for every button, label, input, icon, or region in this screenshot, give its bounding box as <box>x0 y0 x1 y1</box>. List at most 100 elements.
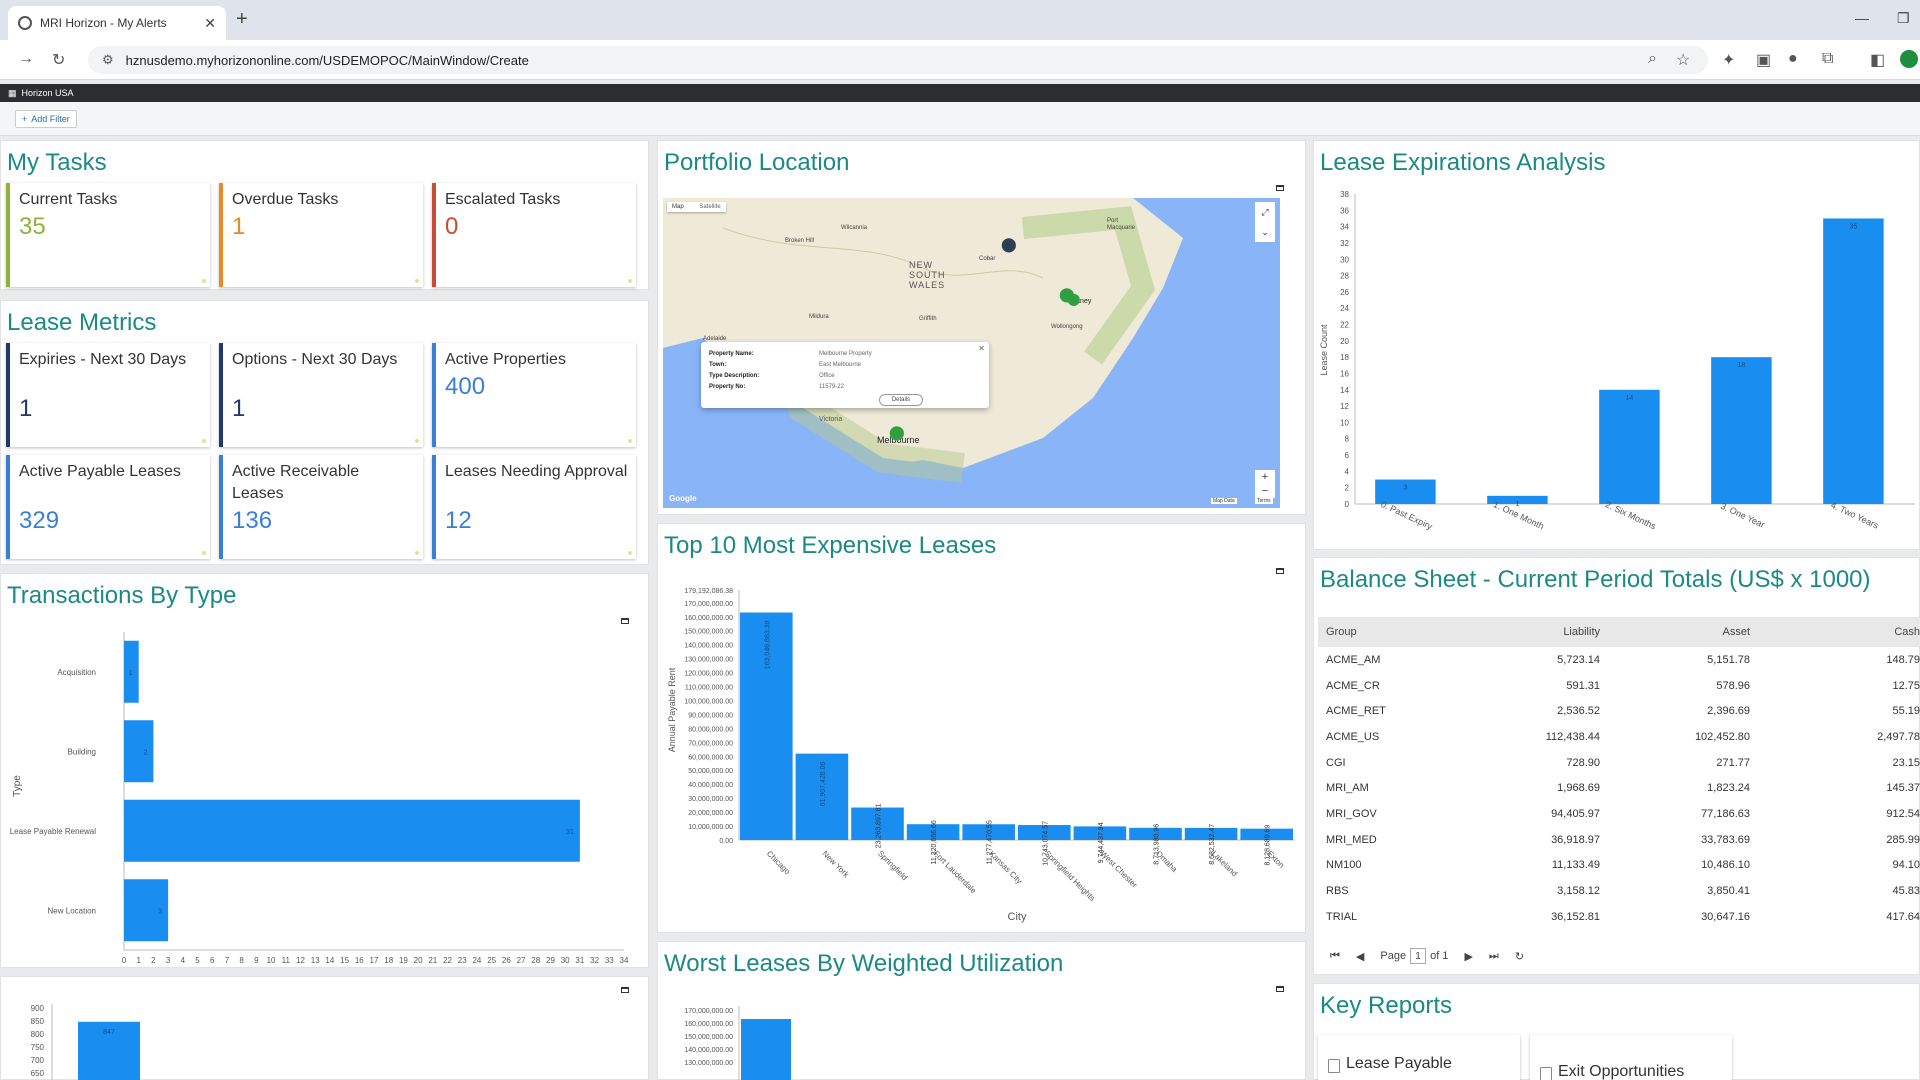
metric-tile[interactable]: Overdue Tasks 1 <box>219 183 423 287</box>
browser-tab[interactable]: MRI Horizon - My Alerts ✕ <box>8 6 226 40</box>
table-row[interactable]: ACME_US 112,438.44 102,452.80 2,497.78 <box>1318 724 1920 750</box>
map-data-link[interactable]: Map Data <box>1211 498 1237 504</box>
resize-handle-icon[interactable] <box>628 439 632 443</box>
resize-handle-icon[interactable] <box>628 551 632 555</box>
table-cell: MRI_GOV <box>1326 807 1377 820</box>
resize-handle-icon[interactable] <box>415 551 419 555</box>
y-tick-label: 18 <box>1340 353 1349 362</box>
prev-page-icon[interactable]: ◀ <box>1356 950 1364 963</box>
plus-icon: + <box>22 114 28 124</box>
y-tick-label: 650 <box>31 1069 45 1078</box>
worst-leases-chart: 170,000,000.00 160,000,000.00 150,000,000.… <box>684 1006 791 1080</box>
close-icon[interactable]: ✕ <box>204 15 216 32</box>
report-card[interactable]: Lease Payable <box>1318 1035 1520 1080</box>
y-tick-label: 160,000,000.00 <box>684 1021 733 1028</box>
resize-handle-icon[interactable] <box>415 439 419 443</box>
map-marker-icon[interactable]: ⬤ <box>1067 292 1080 306</box>
table-row[interactable]: RBS 3,158.12 3,850.41 45.83 <box>1318 878 1920 904</box>
report-card[interactable]: Exit Opportunities <box>1530 1035 1732 1080</box>
table-cell: 55.19 <box>1892 705 1920 718</box>
map-type-satellite[interactable]: Satellite <box>699 204 720 210</box>
metric-tile[interactable]: Active Receivable Leases 136 <box>219 455 423 559</box>
map-marker-icon[interactable]: ⬤ <box>889 424 905 441</box>
next-page-icon[interactable]: ▶ <box>1464 950 1472 963</box>
address-bar-row: → ↻ ⚙ hznusdemo.myhorizononline.com/USDE… <box>0 40 1920 80</box>
page-number-input[interactable]: 1 <box>1410 948 1427 964</box>
metric-tile[interactable]: Expiries - Next 30 Days 1 <box>6 343 210 447</box>
reload-icon[interactable]: ↻ <box>52 50 65 70</box>
minimize-panel-icon[interactable] <box>1276 986 1284 992</box>
metric-tile[interactable]: Escalated Tasks 0 <box>432 183 636 287</box>
x-tick-label: 9 <box>254 956 259 965</box>
last-page-icon[interactable]: ⏭ <box>1489 950 1499 963</box>
column-header[interactable]: Group <box>1318 617 1430 647</box>
map-marker-icon[interactable]: ⬤ <box>1001 236 1017 253</box>
portfolio-map[interactable]: Map Satellite NEW SOUTH WALES Melbourne … <box>663 198 1280 508</box>
column-header[interactable]: Cash <box>1750 617 1920 647</box>
map-type-toggle[interactable]: Map Satellite <box>667 202 726 212</box>
table-row[interactable]: MRI_MED 36,918.97 33,783.69 285.99 <box>1318 827 1920 853</box>
table-row[interactable]: MRI_GOV 94,405.97 77,186.63 912.54 <box>1318 801 1920 827</box>
close-icon[interactable]: ✕ <box>978 344 985 353</box>
map-fullscreen-controls[interactable]: ⤢ ⌄ <box>1255 202 1275 242</box>
resize-handle-icon[interactable] <box>628 279 632 283</box>
details-button[interactable]: Details <box>879 394 923 406</box>
table-row[interactable]: ACME_AM 5,723.14 5,151.78 148.79 <box>1318 647 1920 673</box>
extension-icon[interactable]: ✦ <box>1722 50 1735 70</box>
refresh-icon[interactable]: ↻ <box>1515 950 1524 963</box>
extension-icon-3[interactable]: ● <box>1788 50 1798 68</box>
metric-tile[interactable]: Current Tasks 35 <box>6 183 210 287</box>
x-tick-label: 26 <box>502 956 511 965</box>
restore-icon[interactable]: ❐ <box>1897 10 1910 27</box>
resize-handle-icon[interactable] <box>202 551 206 555</box>
table-row[interactable]: CGI 728.90 271.77 23.15 <box>1318 750 1920 776</box>
column-header[interactable]: Liability <box>1430 617 1600 647</box>
table-row[interactable]: ACME_RET 2,536.52 2,396.69 55.19 <box>1318 698 1920 724</box>
zoom-icon[interactable]: ⌕ <box>1648 50 1657 68</box>
new-tab-icon[interactable]: + <box>236 8 248 31</box>
metric-tile[interactable]: Active Payable Leases 329 <box>6 455 210 559</box>
globe-icon <box>18 16 32 30</box>
resize-handle-icon[interactable] <box>202 439 206 443</box>
add-filter-button[interactable]: + Add Filter <box>15 110 77 128</box>
document-icon <box>1328 1059 1340 1073</box>
back-icon[interactable]: → <box>18 50 34 68</box>
table-row[interactable]: TRIAL 36,152.81 30,647.16 417.64 <box>1318 904 1920 930</box>
y-tick-label: 10,000,000.00 <box>688 824 733 831</box>
y-tick-label: 900 <box>31 1004 45 1013</box>
sidepanel-icon[interactable]: ◧ <box>1870 50 1885 70</box>
metric-tile[interactable]: Options - Next 30 Days 1 <box>219 343 423 447</box>
column-header[interactable]: Asset <box>1600 617 1750 647</box>
map-type-map[interactable]: Map <box>672 204 684 210</box>
report-card-label: Lease Payable <box>1346 1055 1452 1072</box>
resize-handle-icon[interactable] <box>202 279 206 283</box>
minimize-panel-icon[interactable] <box>621 987 629 993</box>
x-tick-label: 31 <box>575 956 584 965</box>
tile-label: Escalated Tasks <box>445 191 561 208</box>
table-row[interactable]: ACME_CR 591.31 578.96 12.75 <box>1318 673 1920 699</box>
metric-tile[interactable]: Active Properties 400 <box>432 343 636 447</box>
report-card-label: Exit Opportunities <box>1558 1063 1685 1080</box>
metric-tile[interactable]: Leases Needing Approval 12 <box>432 455 636 559</box>
terms-link[interactable]: Terms <box>1255 498 1273 504</box>
table-cell: TRIAL <box>1326 910 1358 923</box>
profile-avatar[interactable] <box>1900 50 1918 68</box>
site-settings-icon[interactable]: ⚙ <box>102 52 114 68</box>
app-header: ▦ Horizon USA <box>0 84 1920 102</box>
minimize-panel-icon[interactable] <box>1276 185 1284 191</box>
extension-icon-2[interactable]: ▣ <box>1756 50 1771 70</box>
table-row[interactable]: MRI_AM 1,968.69 1,823.24 145.37 <box>1318 775 1920 801</box>
bookmark-star-icon[interactable]: ☆ <box>1676 50 1690 70</box>
table-row[interactable]: NM100 11,133.49 10,486.10 94.10 <box>1318 853 1920 879</box>
map-zoom-controls[interactable]: + − <box>1255 470 1275 498</box>
url-field[interactable]: ⚙ hznusdemo.myhorizononline.com/USDEMOPO… <box>88 46 1708 74</box>
table-cell: 728.90 <box>1566 756 1600 769</box>
app-grid-icon[interactable]: ▦ <box>8 88 17 99</box>
x-tick-label: 20 <box>414 956 423 965</box>
panel-title: Worst Leases By Weighted Utilization <box>664 950 1064 977</box>
y-tick-label: 34 <box>1340 223 1349 232</box>
resize-handle-icon[interactable] <box>415 279 419 283</box>
puzzle-icon[interactable]: ⧉ <box>1822 50 1833 68</box>
minimize-icon[interactable]: — <box>1855 10 1869 26</box>
first-page-icon[interactable]: ⏮ <box>1330 950 1340 963</box>
